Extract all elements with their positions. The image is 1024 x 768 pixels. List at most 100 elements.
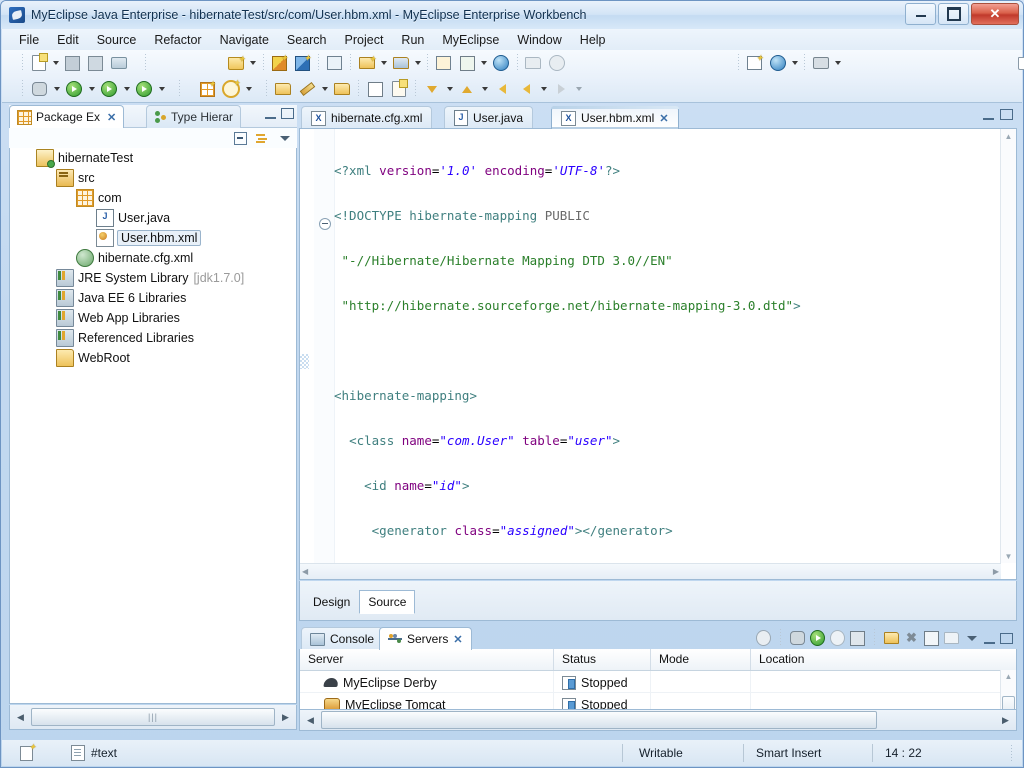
tree-node-hibernate-cfg-xml[interactable]: hibernate.cfg.xml bbox=[10, 248, 296, 268]
xml-source-code[interactable]: <?xml version='1.0' encoding='UTF-8'?> <… bbox=[334, 133, 1000, 563]
scroll-up-icon[interactable]: ▲ bbox=[1001, 670, 1016, 682]
open-task-icon[interactable] bbox=[388, 78, 410, 100]
menu-file[interactable]: File bbox=[10, 30, 48, 50]
scroll-left-icon[interactable]: ◀ bbox=[302, 712, 319, 729]
refresh-dropdown-icon[interactable] bbox=[243, 78, 254, 100]
open-type-icon[interactable] bbox=[272, 78, 294, 100]
add-deployment-icon[interactable] bbox=[924, 630, 939, 646]
tab-console[interactable]: Console bbox=[301, 627, 384, 650]
maximize-icon[interactable] bbox=[1000, 632, 1013, 644]
forward-dropdown-icon[interactable] bbox=[573, 78, 584, 100]
collapse-all-icon[interactable] bbox=[233, 131, 248, 146]
tree-node-hibernatetest[interactable]: hibernateTest bbox=[10, 148, 296, 168]
terminate-all-icon[interactable] bbox=[756, 630, 771, 646]
stop-server-icon[interactable] bbox=[850, 630, 865, 646]
back-icon[interactable] bbox=[515, 78, 537, 100]
deploy-cube-icon[interactable]: ✦ bbox=[269, 52, 290, 74]
run-dropdown-icon[interactable] bbox=[86, 78, 97, 100]
menu-navigate[interactable]: Navigate bbox=[211, 30, 278, 50]
next-annotation-dropdown-icon[interactable] bbox=[444, 78, 455, 100]
table-row[interactable]: MyEclipse Derby Stopped bbox=[300, 671, 1016, 693]
close-icon[interactable]: ✕ bbox=[107, 111, 116, 124]
globe-browser-icon[interactable] bbox=[490, 52, 511, 74]
scroll-right-icon[interactable]: ▶ bbox=[277, 709, 294, 726]
new-myeclipse-project-icon[interactable]: ✦ bbox=[226, 52, 247, 74]
profile-server-icon[interactable] bbox=[830, 630, 845, 646]
tree-node-referenced-libraries[interactable]: Referenced Libraries bbox=[10, 328, 296, 348]
tree-node-user-java[interactable]: J User.java bbox=[10, 208, 296, 228]
new-project-dropdown-icon[interactable] bbox=[248, 52, 259, 74]
print-icon[interactable] bbox=[108, 52, 129, 74]
new-wizard-dropdown-icon[interactable] bbox=[50, 52, 61, 74]
debug-dropdown-icon[interactable] bbox=[51, 78, 62, 100]
next-annotation-icon[interactable] bbox=[421, 78, 443, 100]
new-server-icon[interactable]: ✦ bbox=[356, 52, 377, 74]
scroll-right-icon[interactable]: ▶ bbox=[997, 712, 1014, 729]
save-icon[interactable] bbox=[62, 52, 83, 74]
edit-icon[interactable] bbox=[296, 78, 318, 100]
tree-node-webroot[interactable]: WebRoot bbox=[10, 348, 296, 368]
maximize-button[interactable] bbox=[938, 3, 969, 25]
column-header-location[interactable]: Location bbox=[751, 649, 1003, 670]
maximize-icon[interactable] bbox=[1000, 109, 1013, 120]
open-perspective-icon[interactable]: ✦ bbox=[1015, 52, 1024, 74]
minimize-button[interactable] bbox=[905, 3, 936, 25]
run-web-icon[interactable] bbox=[456, 52, 477, 74]
minimize-icon[interactable] bbox=[265, 108, 276, 119]
menu-window[interactable]: Window bbox=[508, 30, 570, 50]
editor-vscrollbar[interactable]: ▲ ▼ bbox=[1000, 129, 1016, 563]
tree-node-src[interactable]: src bbox=[10, 168, 296, 188]
package-explorer-hscrollbar[interactable]: ◀ ||| ▶ bbox=[9, 705, 297, 730]
menu-project[interactable]: Project bbox=[336, 30, 393, 50]
menu-myeclipse[interactable]: MyEclipse bbox=[433, 30, 508, 50]
publish-icon[interactable] bbox=[884, 631, 899, 646]
column-header-mode[interactable]: Mode bbox=[651, 649, 751, 670]
menu-run[interactable]: Run bbox=[392, 30, 433, 50]
previous-annotation-icon[interactable] bbox=[456, 78, 478, 100]
editor-folding-gutter[interactable] bbox=[314, 129, 335, 579]
tree-node-web-app-libraries[interactable]: Web App Libraries bbox=[10, 308, 296, 328]
run-external-dropdown-icon[interactable] bbox=[156, 78, 167, 100]
tab-servers[interactable]: Servers ✕ bbox=[379, 627, 472, 650]
web20-icon[interactable] bbox=[324, 52, 345, 74]
run-web-dropdown-icon[interactable] bbox=[479, 52, 490, 74]
scroll-right-icon[interactable]: ▶ bbox=[993, 567, 999, 576]
menu-refactor[interactable]: Refactor bbox=[145, 30, 210, 50]
web-browser-icon[interactable] bbox=[767, 52, 788, 74]
scroll-left-icon[interactable]: ◀ bbox=[302, 567, 308, 576]
maximize-icon[interactable] bbox=[281, 108, 294, 119]
project-tree[interactable]: hibernateTest src com J User.java User.h… bbox=[9, 148, 297, 704]
tree-node-com[interactable]: com bbox=[10, 188, 296, 208]
view-menu-icon[interactable] bbox=[277, 131, 292, 146]
new-package-icon[interactable]: ✦ bbox=[196, 78, 218, 100]
editor-body[interactable]: <?xml version='1.0' encoding='UTF-8'?> <… bbox=[299, 128, 1017, 580]
scroll-down-icon[interactable]: ▼ bbox=[1001, 549, 1016, 563]
snapshot-icon[interactable] bbox=[810, 52, 831, 74]
start-server-icon[interactable] bbox=[810, 630, 825, 646]
scroll-thumb[interactable]: ||| bbox=[31, 708, 275, 726]
tree-node-jre-system-library[interactable]: JRE System Library [jdk1.7.0] bbox=[10, 268, 296, 288]
menu-search[interactable]: Search bbox=[278, 30, 336, 50]
menu-source[interactable]: Source bbox=[88, 30, 146, 50]
view-menu-icon[interactable] bbox=[964, 631, 979, 646]
debug-server-icon[interactable] bbox=[790, 631, 805, 646]
deploy-cube-blue-icon[interactable]: ✦ bbox=[292, 52, 313, 74]
menu-help[interactable]: Help bbox=[571, 30, 615, 50]
column-header-status[interactable]: Status bbox=[554, 649, 651, 670]
open-server-dropdown-icon[interactable] bbox=[413, 52, 424, 74]
save-all-icon[interactable] bbox=[85, 52, 106, 74]
open-resource-icon[interactable] bbox=[331, 78, 353, 100]
run-history-icon[interactable] bbox=[98, 78, 120, 100]
run-icon[interactable] bbox=[63, 78, 85, 100]
servers-hscrollbar[interactable]: ◀ ▶ bbox=[299, 709, 1017, 731]
last-edit-location-icon[interactable] bbox=[491, 78, 513, 100]
column-header-server[interactable]: Server bbox=[300, 649, 554, 670]
minimize-icon[interactable] bbox=[983, 109, 994, 120]
tab-package-explorer[interactable]: Package Ex ✕ bbox=[9, 105, 125, 128]
minimize-icon[interactable] bbox=[984, 633, 995, 644]
redo-icon[interactable] bbox=[546, 52, 567, 74]
tree-node-user-hbm-xml[interactable]: User.hbm.xml bbox=[10, 228, 296, 248]
database-explorer-icon[interactable] bbox=[433, 52, 454, 74]
fold-collapse-icon[interactable] bbox=[319, 218, 331, 230]
editor-tab-user-java[interactable]: J User.java bbox=[444, 106, 534, 129]
